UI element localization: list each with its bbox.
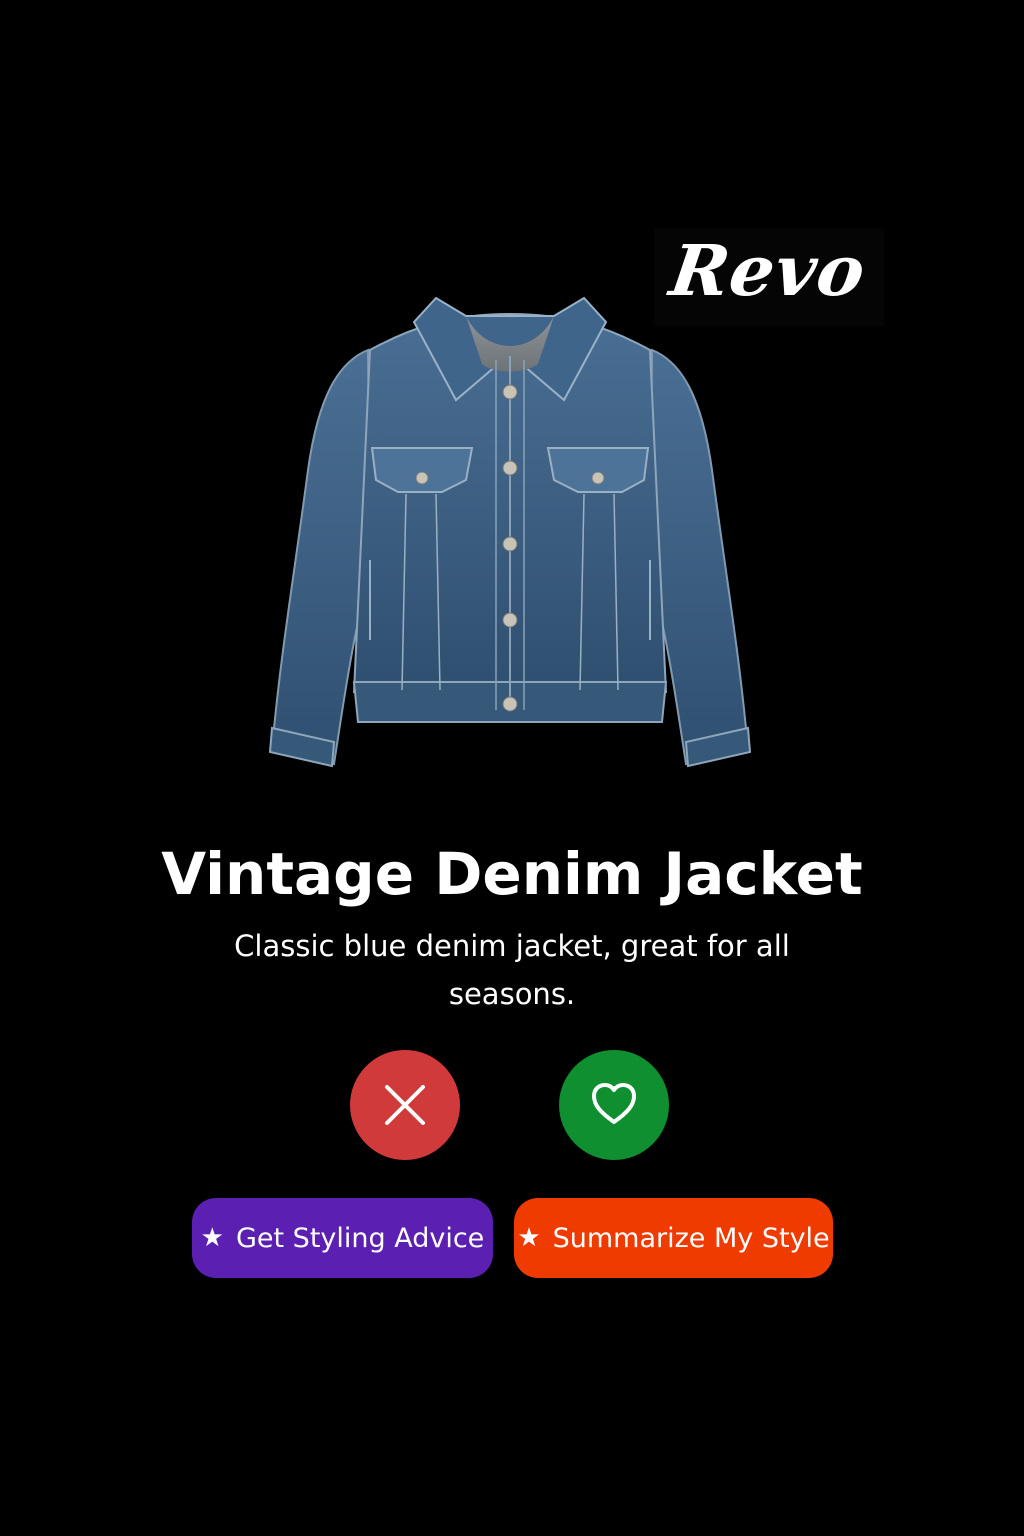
- close-icon: [385, 1085, 425, 1125]
- star-icon: ★: [517, 1223, 541, 1253]
- summarize-my-style-button[interactable]: ★ Summarize My Style: [514, 1198, 833, 1278]
- dislike-button[interactable]: [350, 1050, 460, 1160]
- like-button[interactable]: [559, 1050, 669, 1160]
- denim-jacket-image: [268, 296, 752, 768]
- jacket-cuffs: [268, 726, 752, 768]
- get-styling-advice-label: Get Styling Advice: [235, 1222, 485, 1254]
- heart-icon: [592, 1083, 636, 1124]
- product-description: Classic blue denim jacket, great for all…: [234, 929, 790, 1011]
- product-title: Vintage Denim Jacket: [161, 840, 863, 908]
- star-icon: ★: [200, 1223, 224, 1253]
- summarize-my-style-label: Summarize My Style: [552, 1222, 830, 1254]
- get-styling-advice-button[interactable]: ★ Get Styling Advice: [192, 1198, 493, 1278]
